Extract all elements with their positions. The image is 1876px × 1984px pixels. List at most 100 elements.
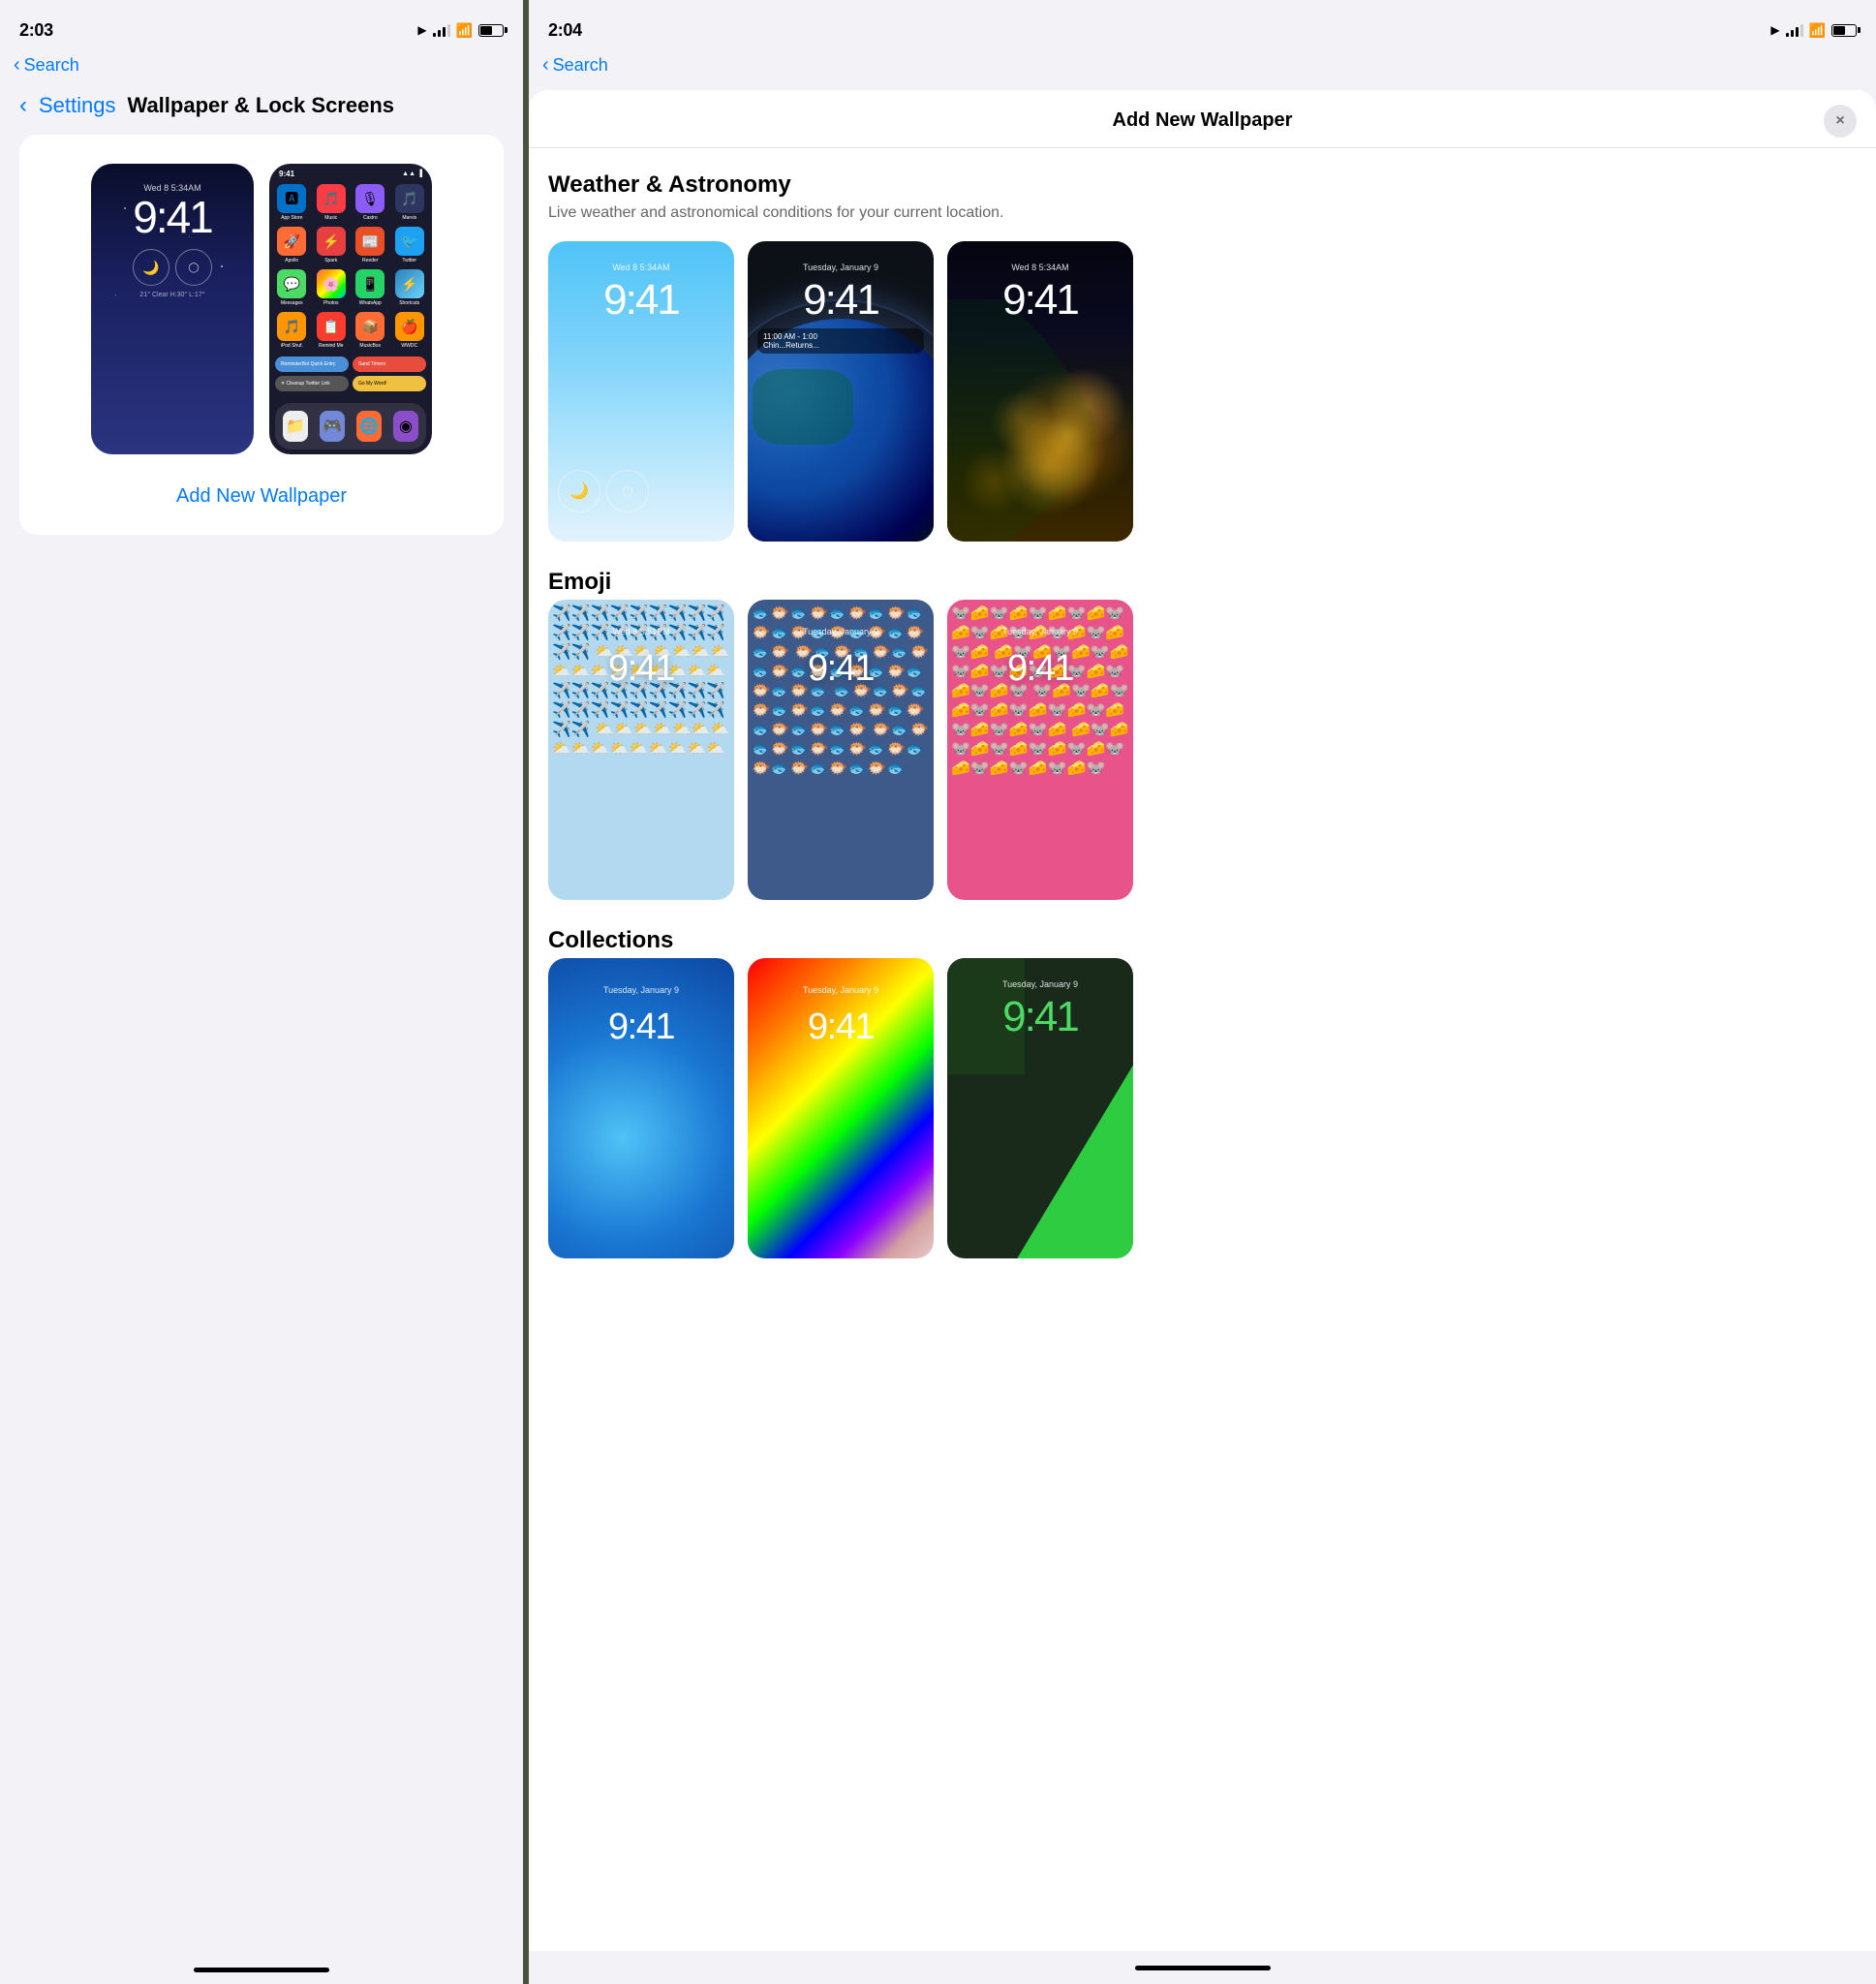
wp2-info-overlay: 11:00 AM - 1:00Chin...Returns... <box>757 328 924 354</box>
status-time-right: 2:04 <box>548 20 582 41</box>
signal-bar-4 <box>447 24 450 37</box>
left-panel: 2:03 ▶ 📶 ‹ Search ‹ Settings Wallpaper &… <box>0 0 523 1984</box>
emoji3-time: 9:41 <box>1007 648 1073 690</box>
emoji-wp-2[interactable]: 🐟🐡🐟🐡🐟🐡🐟🐡🐟🐡🐟🐡🐟🐡🐟🐡🐟🐡🐟🐡 🐡🐟🐡🐟🐡🐟🐡🐟🐡🐟🐡🐟🐡🐟🐡🐟🐡🐟🐡… <box>748 600 934 900</box>
lock-screen-preview[interactable]: Wed 8 5:34AM 9:41 🌙 ◯ 21° Clear H:30° L:… <box>91 164 254 454</box>
signal-bar-1 <box>433 33 436 37</box>
wp1-time: 9:41 <box>603 276 679 325</box>
section-title-emoji: Emoji <box>548 569 1857 596</box>
coll1-time: 9:41 <box>608 1007 674 1048</box>
app-icon-photos: 🌸 <box>317 269 346 298</box>
weather-wp-1[interactable]: Wed 8 5:34AM 9:41 🌙 ◯ <box>548 241 734 542</box>
app-item-photos: 🌸 Photos <box>315 269 349 306</box>
app-item-castro: 🎙 Castro <box>354 184 387 221</box>
app-item-remindme: 📋 Remind Me <box>315 312 349 349</box>
wp2-time: 9:41 <box>803 276 878 325</box>
wp3-date: Wed 8 5:34AM <box>1011 263 1068 272</box>
coll-wp-3[interactable]: Tuesday, January 9 9:41 <box>947 958 1133 1258</box>
app-item-shortcuts: ⚡ Shortcuts <box>393 269 427 306</box>
app-name-whatsapp: WhatsApp <box>359 300 382 306</box>
home-bar-right <box>1135 1966 1271 1970</box>
lock-time-left: 9:41 <box>133 195 212 239</box>
home-indicator-right-container <box>529 1951 1876 1984</box>
coll3-green-shape <box>1017 1065 1133 1258</box>
app-name-castro: Castro <box>363 215 378 221</box>
nav-back-right[interactable]: ‹ Search <box>529 52 1876 84</box>
shortcut-remindbot: ReminderBot Quick Entry <box>275 356 349 372</box>
app-item-apollo: 🚀 Apollo <box>275 227 309 264</box>
home-status-icons: ▲▲ ▐ <box>402 170 422 177</box>
app-icon-remindme: 📋 <box>317 312 346 341</box>
app-name-apollo: Apollo <box>285 258 298 264</box>
home-indicator-left <box>194 1968 329 1972</box>
coll-wp-2[interactable]: Tuesday, January 9 9:41 <box>748 958 934 1258</box>
wp2-date: Tuesday, January 9 <box>803 263 878 272</box>
section-collections: Collections Tuesday, January 9 9:41 Tues… <box>548 927 1857 1258</box>
emoji-wallpaper-row: ✈️✈️✈️✈️✈️✈️✈️✈️✈️✈️✈️✈️✈️✈️✈️✈️✈️✈️✈️✈️… <box>548 600 1857 900</box>
settings-back-label[interactable]: Settings <box>39 93 116 118</box>
settings-back-chevron[interactable]: ‹ <box>19 92 27 119</box>
app-item-whatsapp: 📱 WhatsApp <box>354 269 387 306</box>
app-item-spark: ⚡ Spark <box>315 227 349 264</box>
app-icon-shortcuts: ⚡ <box>395 269 424 298</box>
app-icon-ipodshuf: 🎵 <box>277 312 306 341</box>
emoji3-date: Tuesday, January 9 <box>1002 627 1078 636</box>
modal-content: Weather & Astronomy Live weather and ast… <box>529 148 1876 1951</box>
app-name-reeder: Reeder <box>362 258 378 264</box>
coll3-time: 9:41 <box>1002 993 1078 1041</box>
signal-bar-3 <box>443 27 446 37</box>
emoji-wp-3[interactable]: 🐭🧀🐭🧀🐭🧀🐭🧀🐭🧀🐭🧀🐭🧀🐭🧀🐭🧀🐭🧀 🧀🐭🧀🐭🧀🐭🧀🐭🧀🐭🧀🐭🧀🐭🧀🐭🧀🐭🧀… <box>947 600 1133 900</box>
wifi-icon-right: 📶 <box>1809 22 1826 39</box>
signal-bar-r2 <box>1791 30 1794 37</box>
shortcut-row-2: ✕ Cleanup Twitter Link Go My Word! <box>275 376 426 391</box>
status-bar-right: 2:04 ▶ 📶 <box>529 0 1876 52</box>
emoji-grid-mouse: 🐭🧀🐭🧀🐭🧀🐭🧀🐭🧀🐭🧀🐭🧀🐭🧀🐭🧀🐭🧀 🧀🐭🧀🐭🧀🐭🧀🐭🧀🐭🧀🐭🧀🐭🧀🐭🧀🐭🧀… <box>947 600 1133 900</box>
wp1-widget-moon: 🌙 <box>558 470 600 512</box>
signal-bars-left <box>433 23 450 37</box>
add-wallpaper-button[interactable]: Add New Wallpaper <box>176 481 347 512</box>
page-header-left: ‹ Settings Wallpaper & Lock Screens <box>0 84 523 135</box>
emoji-wp-1[interactable]: ✈️✈️✈️✈️✈️✈️✈️✈️✈️✈️✈️✈️✈️✈️✈️✈️✈️✈️✈️✈️… <box>548 600 734 900</box>
emoji-grid-planes: ✈️✈️✈️✈️✈️✈️✈️✈️✈️✈️✈️✈️✈️✈️✈️✈️✈️✈️✈️✈️… <box>548 600 734 900</box>
app-name-messages: Messages <box>281 300 303 306</box>
weather-wp-2[interactable]: Tuesday, January 9 9:41 11:00 AM - 1:00C… <box>748 241 934 542</box>
status-time-left: 2:03 <box>19 20 53 41</box>
status-icons-right: ▶ 📶 <box>1770 22 1857 39</box>
app-icon-music: 🎵 <box>317 184 346 213</box>
coll2-time: 9:41 <box>808 1007 874 1048</box>
wallpaper-previews: Wed 8 5:34AM 9:41 🌙 ◯ 21° Clear H:30° L:… <box>91 164 432 454</box>
battery-fill-left <box>480 26 492 35</box>
modal-header: Add New Wallpaper × <box>529 90 1876 148</box>
shortcut-sandtimer: Sand Timers <box>353 356 426 372</box>
app-item-music: 🎵 Music <box>315 184 349 221</box>
section-weather: Weather & Astronomy Live weather and ast… <box>548 171 1857 542</box>
weather-wp-3[interactable]: Wed 8 5:34AM 9:41 <box>947 241 1133 542</box>
home-screen-preview[interactable]: 9:41 ▲▲ ▐ 🅰 App Store 🎵 Music <box>269 164 432 454</box>
app-name-musicbox: MusicBox <box>359 343 381 349</box>
app-icon-spark: ⚡ <box>317 227 346 256</box>
wallpaper-card: Wed 8 5:34AM 9:41 🌙 ◯ 21° Clear H:30° L:… <box>19 135 504 535</box>
app-name-photos: Photos <box>323 300 339 306</box>
back-arrow-left: ‹ <box>14 54 20 77</box>
app-name-spark: Spark <box>324 258 337 264</box>
app-name-appstore: App Store <box>281 215 302 221</box>
app-item-ipodshuf: 🎵 iPod Shuf. <box>275 312 309 349</box>
wp1-widget-ring: ◯ <box>606 470 649 512</box>
app-item-musicbox: 📦 MusicBox <box>354 312 387 349</box>
coll-wp-1[interactable]: Tuesday, January 9 9:41 <box>548 958 734 1258</box>
coll1-date: Tuesday, January 9 <box>603 985 679 995</box>
location-icon-right: ▶ <box>1770 23 1779 37</box>
emoji2-time: 9:41 <box>808 648 874 690</box>
app-icon-reeder: 📰 <box>355 227 384 256</box>
app-name-remindme: Remind Me <box>319 343 344 349</box>
signal-bar-r1 <box>1786 33 1789 37</box>
app-item-wwdc: 🍎 WWDC <box>393 312 427 349</box>
nav-back-left[interactable]: ‹ Search <box>0 52 523 84</box>
app-item-marvis: 🎵 Marvis <box>393 184 427 221</box>
lock-widget-ring: ◯ <box>175 249 212 286</box>
wp3-time: 9:41 <box>1002 276 1078 325</box>
shortcuts-section: ReminderBot Quick Entry Sand Timers ✕ Cl… <box>275 356 426 395</box>
coll3-date: Tuesday, January 9 <box>1002 979 1078 989</box>
battery-icon-right <box>1831 24 1857 37</box>
modal-close-button[interactable]: × <box>1824 105 1857 138</box>
